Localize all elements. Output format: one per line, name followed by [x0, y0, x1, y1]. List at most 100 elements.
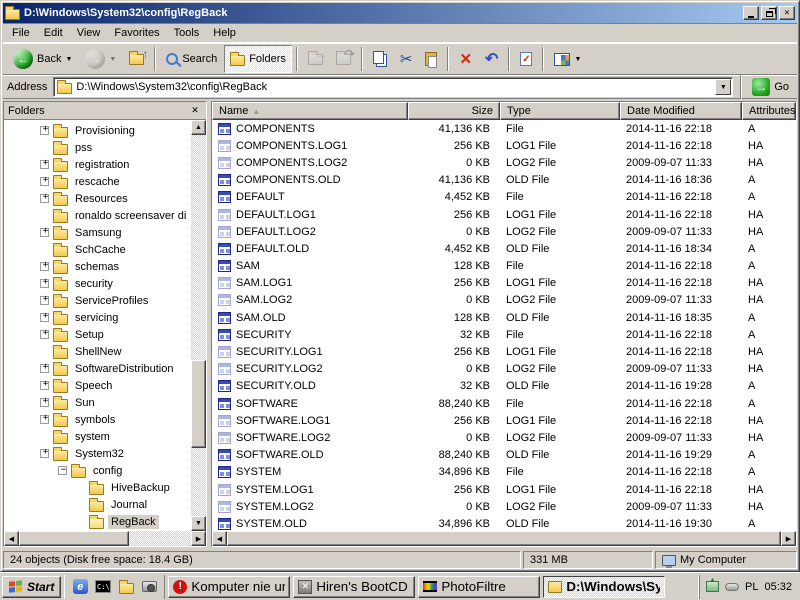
folders-pane-close-icon[interactable]: ✕ [188, 104, 202, 117]
SOFTWARE[interactable]: SOFTWARE 88,240 KB File 2014-11-16 22:18… [212, 395, 796, 412]
tree-item[interactable]: pss [4, 139, 191, 156]
expander-icon[interactable] [58, 466, 67, 475]
address-input[interactable]: D:\Windows\System32\config\RegBack ▼ [53, 77, 733, 97]
SAM.OLD[interactable]: SAM.OLD 128 KB OLD File 2014-11-16 18:35… [212, 309, 796, 326]
DEFAULT.OLD[interactable]: DEFAULT.OLD 4,452 KB OLD File 2014-11-16… [212, 240, 796, 257]
folder-shortcut-icon[interactable] [117, 578, 135, 596]
tree-item[interactable]: HiveBackup [4, 479, 191, 496]
menu-item[interactable]: Help [206, 24, 243, 42]
DEFAULT.LOG1[interactable]: DEFAULT.LOG1 256 KB LOG1 File 2014-11-16… [212, 206, 796, 223]
expander-icon[interactable] [40, 296, 49, 305]
tree-horizontal-scrollbar[interactable]: ◀ ▶ [4, 531, 206, 546]
tree-item[interactable]: servicing [4, 309, 191, 326]
column-header-size[interactable]: Size [408, 102, 500, 120]
expander-icon[interactable] [40, 449, 49, 458]
tree-item[interactable]: rescache [4, 173, 191, 190]
copy-button[interactable] [367, 45, 393, 73]
expander-icon[interactable] [40, 126, 49, 135]
DEFAULT.LOG2[interactable]: DEFAULT.LOG2 0 KB LOG2 File 2009-09-07 1… [212, 223, 796, 240]
column-header-attributes[interactable]: Attributes [742, 102, 796, 120]
tree-item[interactable]: Resources [4, 190, 191, 207]
cut-button[interactable]: ✂ [394, 45, 419, 73]
tree-item[interactable]: RegBack [4, 513, 191, 530]
SOFTWARE.OLD[interactable]: SOFTWARE.OLD 88,240 KB OLD File 2014-11-… [212, 447, 796, 464]
scroll-left-icon[interactable]: ◀ [212, 531, 227, 546]
list-horizontal-scrollbar[interactable]: ◀ ▶ [212, 531, 796, 546]
taskbar-task-button[interactable]: PhotoFiltre [418, 576, 540, 598]
folder-options-button[interactable]: ✓ [514, 45, 538, 73]
title-bar[interactable]: D:\Windows\System32\config\RegBack ✕ [3, 3, 797, 23]
scroll-right-icon[interactable]: ▶ [191, 531, 206, 546]
SAM.LOG2[interactable]: SAM.LOG2 0 KB LOG2 File 2009-09-07 11:33… [212, 292, 796, 309]
SYSTEM.LOG2[interactable]: SYSTEM.LOG2 0 KB LOG2 File 2009-09-07 11… [212, 498, 796, 515]
move-to-button[interactable]: → [302, 45, 329, 73]
camera-icon[interactable] [140, 578, 158, 596]
expander-icon[interactable] [40, 364, 49, 373]
device-icon[interactable] [725, 583, 739, 591]
delete-button[interactable]: ✕ [453, 45, 478, 73]
column-header-date-modified[interactable]: Date Modified [620, 102, 742, 120]
tree-item[interactable]: ServiceProfiles [4, 292, 191, 309]
expander-icon[interactable] [40, 313, 49, 322]
SECURITY.LOG2[interactable]: SECURITY.LOG2 0 KB LOG2 File 2009-09-07 … [212, 361, 796, 378]
tree-item[interactable]: Samsung [4, 224, 191, 241]
tree-item[interactable]: security [4, 275, 191, 292]
language-indicator[interactable]: PL [745, 581, 758, 593]
taskbar-task-button[interactable]: Hiren's BootCD 15... [293, 576, 415, 598]
SYSTEM.LOG1[interactable]: SYSTEM.LOG1 256 KB LOG1 File 2014-11-16 … [212, 481, 796, 498]
command-prompt-icon[interactable]: C:\ [94, 578, 112, 596]
clock[interactable]: 05:32 [764, 581, 792, 593]
SOFTWARE.LOG2[interactable]: SOFTWARE.LOG2 0 KB LOG2 File 2009-09-07 … [212, 429, 796, 446]
COMPONENTS.LOG2[interactable]: COMPONENTS.LOG2 0 KB LOG2 File 2009-09-0… [212, 154, 796, 171]
undo-button[interactable]: ↶ [479, 45, 504, 73]
scroll-left-icon[interactable]: ◀ [4, 531, 19, 546]
column-header-type[interactable]: Type [500, 102, 620, 120]
back-button[interactable]: ← Back ▼ [7, 45, 78, 73]
menu-item[interactable]: Tools [167, 24, 207, 42]
SECURITY[interactable]: SECURITY 32 KB File 2014-11-16 22:18 A [212, 326, 796, 343]
tree-item[interactable]: SoftwareDistribution [4, 360, 191, 377]
views-button[interactable]: ▼ [548, 45, 587, 73]
tree-item[interactable]: symbols [4, 411, 191, 428]
close-button[interactable]: ✕ [779, 6, 795, 20]
COMPONENTS.LOG1[interactable]: COMPONENTS.LOG1 256 KB LOG1 File 2014-11… [212, 137, 796, 154]
tree-item[interactable]: Speech [4, 377, 191, 394]
minimize-button[interactable] [743, 6, 759, 20]
expander-icon[interactable] [40, 381, 49, 390]
tree-item[interactable]: SchCache [4, 241, 191, 258]
tree-item[interactable]: ShellNew [4, 343, 191, 360]
menu-item[interactable]: Edit [37, 24, 70, 42]
tree-item[interactable]: schemas [4, 258, 191, 275]
list-hscroll-thumb[interactable] [227, 531, 781, 546]
tree-vertical-scrollbar[interactable]: ▲ ▼ [191, 120, 206, 531]
up-button[interactable]: ↑ [123, 45, 150, 73]
expander-icon[interactable] [40, 228, 49, 237]
scroll-right-icon[interactable]: ▶ [781, 531, 796, 546]
SAM.LOG1[interactable]: SAM.LOG1 256 KB LOG1 File 2014-11-16 22:… [212, 275, 796, 292]
expander-icon[interactable] [40, 398, 49, 407]
SAM[interactable]: SAM 128 KB File 2014-11-16 22:18 A [212, 258, 796, 275]
start-button[interactable]: Start [2, 576, 61, 598]
expander-icon[interactable] [40, 330, 49, 339]
forward-button[interactable]: → ▼ [79, 45, 122, 73]
SYSTEM[interactable]: SYSTEM 34,896 KB File 2014-11-16 22:18 A [212, 464, 796, 481]
scroll-down-icon[interactable]: ▼ [191, 516, 206, 531]
back-dropdown-icon[interactable]: ▼ [65, 56, 72, 63]
restore-button[interactable] [761, 6, 777, 20]
SYSTEM.OLD[interactable]: SYSTEM.OLD 34,896 KB OLD File 2014-11-16… [212, 515, 796, 531]
SECURITY.OLD[interactable]: SECURITY.OLD 32 KB OLD File 2014-11-16 1… [212, 378, 796, 395]
menu-item[interactable]: Favorites [107, 24, 166, 42]
address-dropdown-button[interactable]: ▼ [715, 79, 731, 95]
SOFTWARE.LOG1[interactable]: SOFTWARE.LOG1 256 KB LOG1 File 2014-11-1… [212, 412, 796, 429]
taskbar-task-button[interactable]: Komputer nie uruch... [168, 576, 290, 598]
COMPONENTS[interactable]: COMPONENTS 41,136 KB File 2014-11-16 22:… [212, 120, 796, 137]
safely-remove-hardware-icon[interactable] [706, 581, 719, 592]
tree-item[interactable]: ronaldo screensaver di [4, 207, 191, 224]
expander-icon[interactable] [40, 415, 49, 424]
tree-item[interactable]: System32 [4, 445, 191, 462]
search-button[interactable]: Search [160, 45, 223, 73]
taskbar-task-button[interactable]: D:\Windows\Sy... [543, 576, 665, 598]
expander-icon[interactable] [40, 279, 49, 288]
tree-item[interactable]: Setup [4, 326, 191, 343]
COMPONENTS.OLD[interactable]: COMPONENTS.OLD 41,136 KB OLD File 2014-1… [212, 172, 796, 189]
